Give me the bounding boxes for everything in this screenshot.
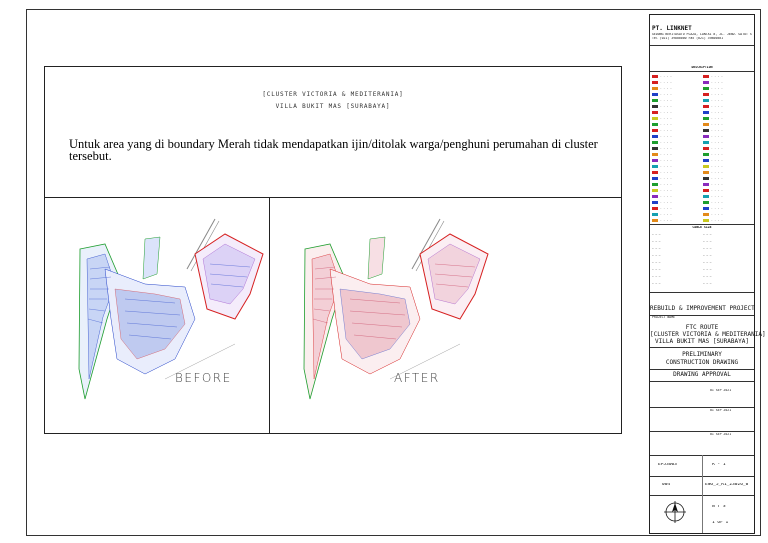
- drawing-approval: DRAWING APPROVAL: [673, 371, 731, 378]
- before-site-plan: [78, 218, 264, 400]
- drawing-sheet: [CLUSTER VICTORIA & MEDITERANIA] VILLA B…: [0, 0, 768, 543]
- sheet-number: 004: [662, 483, 671, 487]
- project-name-label: PROJECT NAME: [652, 316, 676, 319]
- revision: R - 1: [712, 463, 726, 467]
- date-3: 01 SEP 2021: [710, 433, 732, 436]
- title-block: PT. LINKNET GEDUNG BERITASATU PLAZA, LAN…: [649, 14, 766, 534]
- project-name-2: [CLUSTER VICTORIA & MEDITERANIA]: [650, 331, 766, 338]
- company-phone: Tel (021) 39800000 Fax (021) 39800001: [652, 37, 724, 40]
- after-label: AFTER: [394, 371, 440, 385]
- scale-value: N T S: [712, 505, 726, 509]
- after-site-plan: [303, 218, 489, 400]
- before-label: BEFORE: [175, 371, 232, 385]
- date-1: 01 SEP 2021: [710, 389, 732, 392]
- drawing-number: ENG_5_R1_23026_0: [705, 483, 749, 487]
- company-name: PT. LINKNET: [652, 25, 692, 32]
- divider-horizontal: [45, 197, 621, 198]
- site-plan-before: [78, 218, 264, 400]
- project-name-3: VILLA BUKIT MAS [SURABAYA]: [655, 338, 749, 345]
- main-frame: [CLUSTER VICTORIA & MEDITERANIA] VILLA B…: [44, 66, 622, 434]
- page-number: 1 OF 1: [712, 521, 729, 525]
- after-panel: AFTER: [270, 199, 623, 434]
- boundary-note: Untuk area yang di boundary Merah tidak …: [69, 137, 598, 163]
- doc-code: EP53003: [658, 463, 677, 467]
- legend-title: DESCRIPTION: [691, 66, 713, 69]
- before-panel: BEFORE: [45, 199, 269, 434]
- project-name-1: FTC ROUTE: [685, 324, 719, 331]
- stage-1: PRELIMINARY: [682, 351, 722, 358]
- stage-2: CONSTRUCTION DRAWING: [665, 359, 739, 366]
- project-type: REBUILD & IMPROVEMENT PROJECT: [650, 305, 755, 312]
- north-arrow-icon: [664, 501, 686, 523]
- header-line-2: VILLA BUKIT MAS [SURABAYA]: [275, 103, 391, 110]
- header-line-1: [CLUSTER VICTORIA & MEDITERANIA]: [262, 91, 404, 98]
- date-2: 01 SEP 2021: [710, 409, 732, 412]
- scale-title: CABLE SIZE: [692, 226, 712, 229]
